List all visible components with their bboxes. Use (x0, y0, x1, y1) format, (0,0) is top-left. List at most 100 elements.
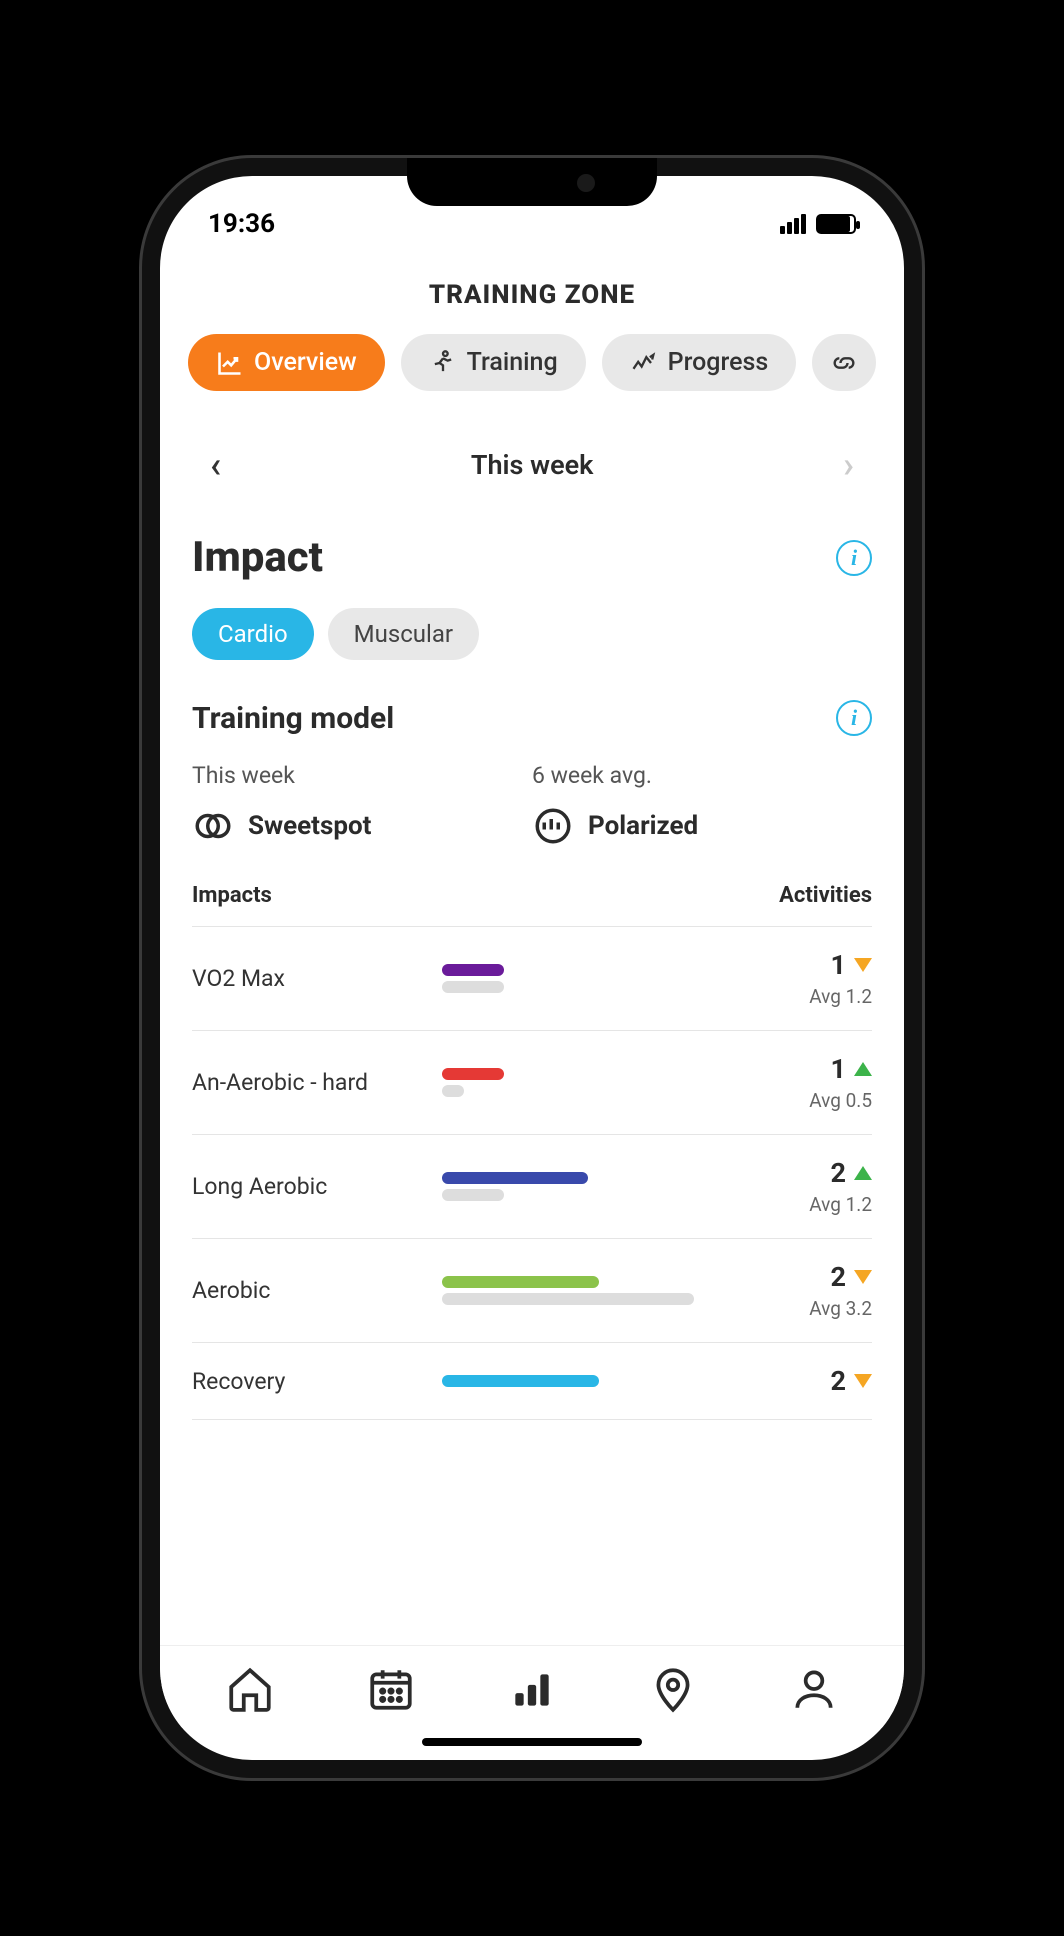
tab-overview[interactable]: Overview (188, 334, 385, 391)
model-col-avg: 6 week avg. Polarized (532, 762, 872, 847)
impacts-table-body: VO2 Max 1 Avg 1.2 An-Aerobic - hard 1 Avg 0… (192, 926, 872, 1420)
impact-name: Long Aerobic (192, 1173, 432, 1200)
sub-tab-muscular[interactable]: Muscular (328, 608, 479, 660)
phone-screen: 19:36 TRAINING ZONE Overview Training Pr… (160, 176, 904, 1760)
impact-bars (442, 959, 742, 998)
main-tabs: Overview Training Progress (160, 334, 904, 415)
impact-name: VO2 Max (192, 965, 432, 992)
nav-stats[interactable] (507, 1664, 557, 1718)
bar-chart-icon (507, 1664, 557, 1714)
week-next-button[interactable]: › (833, 437, 864, 493)
trend-down-icon (854, 958, 872, 972)
model-col-this-week: This week Sweetspot (192, 762, 532, 847)
impact-sub-tabs: Cardio Muscular (192, 602, 872, 690)
status-time: 19:36 (208, 209, 275, 239)
head-impacts: Impacts (192, 883, 272, 908)
home-icon (225, 1664, 275, 1714)
impact-row[interactable]: An-Aerobic - hard 1 Avg 0.5 (192, 1030, 872, 1134)
impact-value-bar (442, 1276, 599, 1288)
impact-count: 1 (831, 949, 873, 981)
location-icon (648, 1664, 698, 1714)
impact-title: Impact (192, 533, 323, 582)
info-icon[interactable]: i (836, 540, 872, 576)
impact-value-bar (442, 1375, 599, 1387)
training-model-head: Training model i (192, 690, 872, 762)
impact-name: Aerobic (192, 1277, 432, 1304)
trend-up-icon (854, 1166, 872, 1180)
impact-count: 1 (831, 1053, 873, 1085)
week-navigator: ‹ This week › (160, 415, 904, 515)
page-title: TRAINING ZONE (160, 248, 904, 334)
runner-icon (429, 349, 457, 377)
calendar-icon (366, 1664, 416, 1714)
bottom-nav (160, 1645, 904, 1728)
impact-metrics: 2 Avg 3.2 (752, 1261, 872, 1320)
impact-bars (442, 1271, 742, 1310)
phone-frame: 19:36 TRAINING ZONE Overview Training Pr… (142, 158, 922, 1778)
nav-profile[interactable] (789, 1664, 839, 1718)
home-indicator[interactable] (422, 1738, 642, 1746)
impact-section: Impact i Cardio Muscular Training model … (160, 515, 904, 1420)
phone-notch (407, 158, 657, 206)
impact-count: 2 (831, 1365, 873, 1397)
model-col-label: 6 week avg. (532, 762, 872, 805)
nav-calendar[interactable] (366, 1664, 416, 1718)
impact-value-bar (442, 1172, 588, 1184)
impact-avg-label: Avg 1.2 (752, 1193, 872, 1216)
model-col-value: Sweetspot (248, 811, 371, 841)
signal-icon (780, 214, 806, 234)
content: ‹ This week › Impact i Cardio Muscular T… (160, 415, 904, 1645)
impact-avg-bar (442, 1293, 694, 1305)
trend-icon (630, 349, 658, 377)
tab-label: Progress (668, 348, 769, 377)
tab-progress[interactable]: Progress (602, 334, 797, 391)
model-col-value: Polarized (588, 811, 698, 841)
impact-avg-bar (442, 981, 504, 993)
impact-value-bar (442, 1068, 504, 1080)
impact-count: 2 (831, 1261, 873, 1293)
status-right (780, 214, 856, 234)
info-icon[interactable]: i (836, 700, 872, 736)
week-label: This week (471, 449, 594, 481)
chart-up-icon (216, 349, 244, 377)
nav-location[interactable] (648, 1664, 698, 1718)
impact-name: An-Aerobic - hard (192, 1069, 432, 1096)
profile-icon (789, 1664, 839, 1714)
impact-avg-bar (442, 1085, 464, 1097)
impact-count: 2 (831, 1157, 873, 1189)
impacts-table-head: Impacts Activities (192, 875, 872, 926)
impact-avg-label: Avg 1.2 (752, 985, 872, 1008)
impact-row[interactable]: VO2 Max 1 Avg 1.2 (192, 926, 872, 1030)
trend-up-icon (854, 1062, 872, 1076)
polarized-icon (532, 805, 574, 847)
impact-row[interactable]: Aerobic 2 Avg 3.2 (192, 1238, 872, 1342)
impact-name: Recovery (192, 1368, 432, 1395)
impact-avg-label: Avg 3.2 (752, 1297, 872, 1320)
nav-home[interactable] (225, 1664, 275, 1718)
impact-metrics: 2 (752, 1365, 872, 1397)
link-icon (830, 349, 858, 377)
impact-avg-bar (442, 1189, 504, 1201)
sweetspot-icon (192, 805, 234, 847)
tab-more[interactable] (812, 334, 876, 391)
impact-metrics: 1 Avg 1.2 (752, 949, 872, 1008)
model-col-label: This week (192, 762, 532, 805)
training-model-title: Training model (192, 701, 394, 736)
impact-bars (442, 1167, 742, 1206)
impact-avg-label: Avg 0.5 (752, 1089, 872, 1112)
impact-metrics: 1 Avg 0.5 (752, 1053, 872, 1112)
training-model-cols: This week Sweetspot 6 week avg. Polarize… (192, 762, 872, 875)
head-activities: Activities (779, 883, 872, 908)
impact-bars (442, 1063, 742, 1102)
sub-tab-cardio[interactable]: Cardio (192, 608, 314, 660)
tab-label: Training (467, 348, 558, 377)
impact-row[interactable]: Recovery 2 (192, 1342, 872, 1420)
impact-row[interactable]: Long Aerobic 2 Avg 1.2 (192, 1134, 872, 1238)
impact-bars (442, 1370, 742, 1392)
impact-metrics: 2 Avg 1.2 (752, 1157, 872, 1216)
tab-training[interactable]: Training (401, 334, 586, 391)
impact-value-bar (442, 964, 504, 976)
week-prev-button[interactable]: ‹ (200, 437, 231, 493)
battery-icon (816, 214, 856, 234)
trend-down-icon (854, 1270, 872, 1284)
